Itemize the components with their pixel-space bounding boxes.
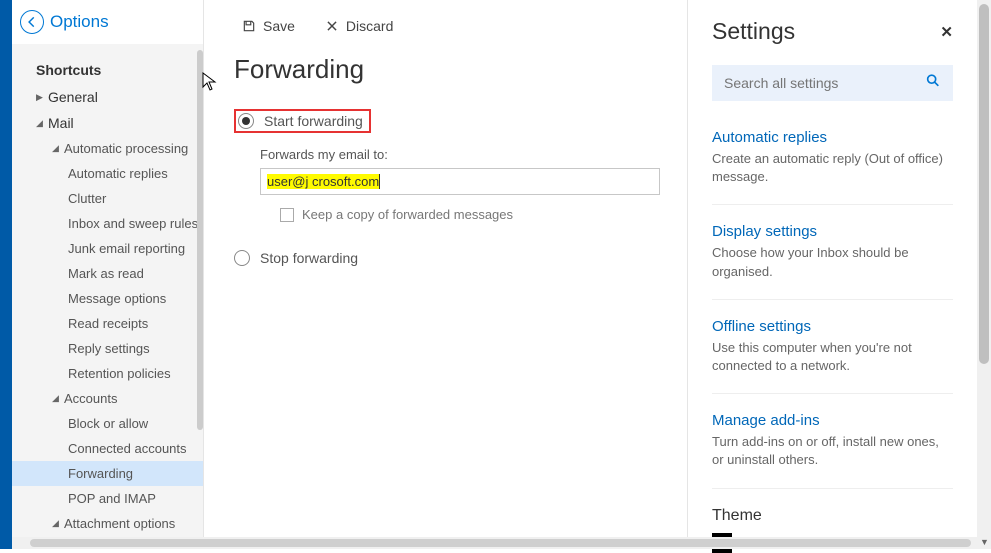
- forward-to-value: user@j crosoft.com: [267, 174, 380, 189]
- setting-link[interactable]: Manage add-ins: [712, 412, 953, 429]
- search-icon[interactable]: [925, 73, 941, 94]
- nav-auto-item[interactable]: Inbox and sweep rules: [12, 211, 203, 236]
- nav-attachment[interactable]: ◢ Attachment options: [12, 511, 203, 536]
- nav-auto-item[interactable]: Reply settings: [12, 336, 203, 361]
- nav-auto-item[interactable]: Retention policies: [12, 361, 203, 386]
- close-icon[interactable]: ✕: [940, 23, 953, 41]
- settings-panel: Settings ✕ Automatic replies Create an a…: [687, 0, 977, 549]
- setting-desc: Turn add-ins on or off, install new ones…: [712, 433, 953, 469]
- theme-heading: Theme: [712, 507, 953, 525]
- setting-offline: Offline settings Use this computer when …: [712, 318, 953, 394]
- back-arrow-icon[interactable]: [20, 10, 44, 34]
- nav-accounts[interactable]: ◢ Accounts: [12, 386, 203, 411]
- caret-down-icon: ◢: [52, 143, 60, 154]
- nav-label: Automatic processing: [64, 141, 188, 156]
- save-label: Save: [263, 18, 295, 34]
- nav-auto-item[interactable]: Read receipts: [12, 311, 203, 336]
- nav-general[interactable]: ▶ General: [12, 84, 203, 110]
- settings-title: Settings: [712, 18, 795, 45]
- caret-down-icon: ◢: [36, 118, 44, 129]
- nav-auto-processing[interactable]: ◢ Automatic processing: [12, 136, 203, 161]
- scrollbar-thumb[interactable]: [979, 4, 989, 364]
- keep-copy-label: Keep a copy of forwarded messages: [302, 207, 513, 222]
- nav-mail[interactable]: ◢ Mail: [12, 110, 203, 136]
- left-edge-strip: [0, 0, 12, 549]
- options-header: Options: [12, 0, 203, 44]
- options-title: Options: [50, 12, 109, 32]
- setting-link[interactable]: Offline settings: [712, 318, 953, 335]
- nav-label: Accounts: [64, 391, 117, 406]
- nav-label: Attachment options: [64, 516, 175, 531]
- bottom-scrollbar[interactable]: [12, 537, 977, 549]
- caret-down-icon: ◢: [52, 393, 60, 404]
- caret-down-icon: ◢: [52, 518, 60, 529]
- setting-display: Display settings Choose how your Inbox s…: [712, 223, 953, 299]
- nav-shortcuts[interactable]: Shortcuts: [12, 56, 203, 84]
- forwarding-main: Save Discard Forwarding Start forwarding…: [204, 0, 687, 549]
- setting-link[interactable]: Display settings: [712, 223, 953, 240]
- start-forwarding-label: Start forwarding: [264, 113, 363, 129]
- start-forwarding-row: Start forwarding: [234, 109, 371, 133]
- settings-search: [712, 65, 953, 101]
- settings-header: Settings ✕: [712, 18, 953, 45]
- nav-accounts-item[interactable]: POP and IMAP: [12, 486, 203, 511]
- settings-search-input[interactable]: [712, 65, 953, 101]
- save-icon: [242, 19, 256, 33]
- setting-auto-replies: Automatic replies Create an automatic re…: [712, 129, 953, 205]
- setting-addins: Manage add-ins Turn add-ins on or off, i…: [712, 412, 953, 488]
- nav-accounts-item[interactable]: Block or allow: [12, 411, 203, 436]
- nav-auto-item[interactable]: Junk email reporting: [12, 236, 203, 261]
- discard-button[interactable]: Discard: [325, 18, 393, 34]
- nav-auto-item[interactable]: Mark as read: [12, 261, 203, 286]
- save-button[interactable]: Save: [242, 18, 295, 34]
- nav-scroll: Shortcuts ▶ General ◢ Mail ◢ Automatic proc…: [12, 44, 203, 549]
- mouse-cursor-icon: [202, 72, 218, 92]
- nav-auto-item[interactable]: Clutter: [12, 186, 203, 211]
- scrollbar-thumb[interactable]: [30, 539, 971, 547]
- discard-icon: [325, 19, 339, 33]
- discard-label: Discard: [346, 18, 393, 34]
- forward-to-input[interactable]: user@j crosoft.com: [260, 168, 660, 195]
- right-scrollbar[interactable]: ▼: [977, 0, 991, 549]
- stop-forwarding-label: Stop forwarding: [260, 250, 358, 266]
- nav-label: Mail: [48, 115, 74, 131]
- sidebar-scrollbar[interactable]: [197, 50, 203, 430]
- forward-to-section: Forwards my email to: user@j crosoft.com…: [234, 147, 687, 222]
- keep-copy-row: Keep a copy of forwarded messages: [260, 207, 687, 222]
- scroll-down-icon[interactable]: ▼: [980, 537, 989, 547]
- page-title: Forwarding: [234, 54, 687, 85]
- forward-to-label: Forwards my email to:: [260, 147, 687, 162]
- options-sidebar: Options Shortcuts ▶ General ◢ Mail ◢ Automa…: [12, 0, 204, 549]
- nav-auto-item[interactable]: Message options: [12, 286, 203, 311]
- stop-forwarding-row: Stop forwarding: [234, 250, 687, 266]
- stop-forwarding-radio[interactable]: [234, 250, 250, 266]
- caret-right-icon: ▶: [36, 92, 44, 103]
- nav-accounts-item[interactable]: Connected accounts: [12, 436, 203, 461]
- keep-copy-checkbox[interactable]: [280, 208, 294, 222]
- nav-auto-item[interactable]: Automatic replies: [12, 161, 203, 186]
- setting-desc: Create an automatic reply (Out of office…: [712, 150, 953, 186]
- setting-link[interactable]: Automatic replies: [712, 129, 953, 146]
- nav-label: General: [48, 89, 98, 105]
- setting-desc: Choose how your Inbox should be organise…: [712, 244, 953, 280]
- start-forwarding-radio[interactable]: [238, 113, 254, 129]
- setting-desc: Use this computer when you're not connec…: [712, 339, 953, 375]
- toolbar: Save Discard: [234, 0, 687, 54]
- nav-accounts-item-forwarding[interactable]: Forwarding: [12, 461, 203, 486]
